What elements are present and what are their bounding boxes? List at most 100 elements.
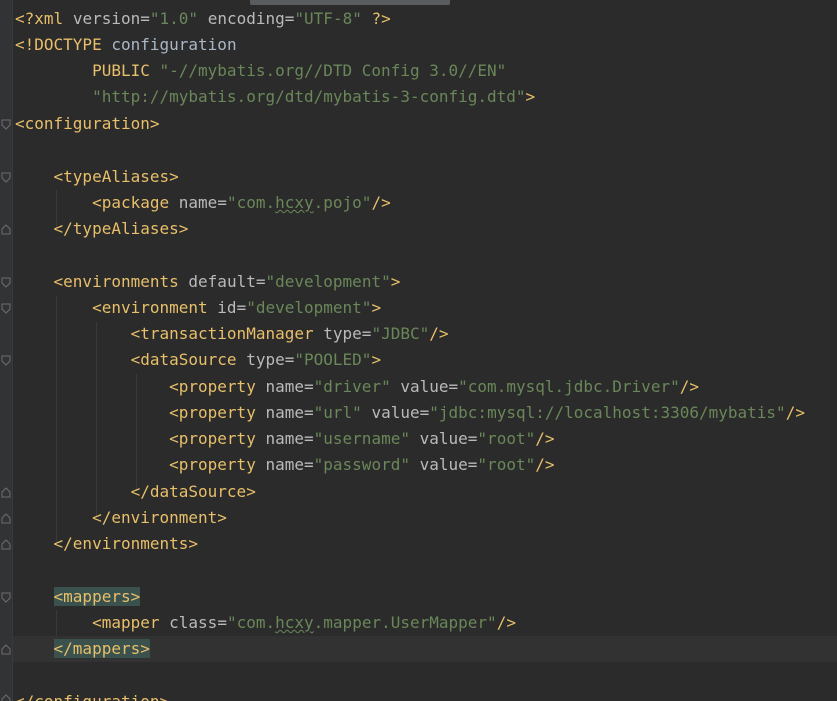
system-id: "http://mybatis.org/dtd/mybatis-3-config…: [92, 87, 526, 106]
tag-open: <transactionManager: [130, 324, 314, 343]
attr-name: name: [265, 403, 304, 422]
code-line-mappers-close[interactable]: </mappers>: [15, 636, 150, 662]
fold-open-icon[interactable]: [1, 119, 11, 130]
fold-close-icon[interactable]: [1, 513, 11, 524]
typo-word: hcxy: [275, 193, 314, 212]
code-line-property-url[interactable]: <property name="url" value="jdbc:mysql:/…: [15, 400, 805, 426]
code-line-mappers-open[interactable]: <mappers>: [15, 584, 141, 610]
tag-close: />: [535, 455, 555, 474]
code-line-environment-open[interactable]: <environment id="development">: [15, 295, 381, 321]
code-line-configuration-close[interactable]: </configuration>: [15, 689, 169, 701]
attr-value: "root": [477, 455, 536, 474]
attr-value: "development": [246, 298, 372, 317]
tag-open: <property: [169, 429, 256, 448]
tag: </environment>: [92, 508, 227, 527]
attr-name: type: [246, 350, 285, 369]
attr-value: "url": [313, 403, 362, 422]
attr-name: default: [188, 272, 256, 291]
fold-close-icon[interactable]: [1, 644, 11, 655]
attr-name: value: [400, 377, 449, 396]
attr-name: class: [169, 613, 218, 632]
code-line-property-password[interactable]: <property name="password" value="root"/>: [15, 452, 554, 478]
attr-name: version: [72, 9, 141, 28]
tag: </configuration>: [15, 692, 169, 701]
fold-open-icon[interactable]: [1, 172, 11, 183]
tag-close: />: [535, 429, 555, 448]
attr-value: "password": [313, 455, 410, 474]
attr-value-part: "com.: [226, 193, 276, 212]
attr-value-part: .mapper.UserMapper": [313, 613, 497, 632]
code-line-property-username[interactable]: <property name="username" value="root"/>: [15, 426, 554, 452]
tag-close: />: [496, 613, 516, 632]
tag: </dataSource>: [130, 482, 256, 501]
tag-close: />: [785, 403, 805, 422]
code-line-mapper[interactable]: <mapper class="com.hcxy.mapper.UserMappe…: [15, 610, 516, 636]
fold-close-icon[interactable]: [1, 487, 11, 498]
code-line-environments-close[interactable]: </environments>: [15, 531, 199, 557]
code-line-public-id[interactable]: PUBLIC "-//mybatis.org//DTD Config 3.0//…: [15, 58, 506, 84]
tag-open: <environments: [53, 272, 179, 291]
xml-decl-open: <?xml: [15, 9, 64, 28]
attr-value: "username": [313, 429, 410, 448]
code-line-datasource-open[interactable]: <dataSource type="POOLED">: [15, 347, 381, 373]
code-line-xml-declaration[interactable]: <?xml version="1.0" encoding="UTF-8" ?>: [15, 6, 391, 32]
code-line-environments-open[interactable]: <environments default="development">: [15, 269, 401, 295]
fold-open-icon[interactable]: [1, 355, 11, 366]
tag-close: >: [390, 272, 401, 291]
fold-open-icon[interactable]: [1, 277, 11, 288]
equals: =: [284, 9, 295, 28]
attr-value: "driver": [313, 377, 391, 396]
doctype-name: configuration: [111, 35, 237, 54]
xml-decl-close: ?>: [371, 9, 391, 28]
tag-close: />: [679, 377, 699, 396]
equals: =: [361, 324, 372, 343]
equals: =: [304, 377, 314, 396]
horizontal-scrollbar-thumb[interactable]: [250, 0, 450, 5]
tag: </environments>: [53, 534, 199, 553]
code-line-typealiases-close[interactable]: </typeAliases>: [15, 216, 189, 242]
attr-name: value: [419, 455, 468, 474]
public-keyword: PUBLIC: [92, 61, 150, 80]
tag-open: <property: [169, 403, 256, 422]
fold-close-icon[interactable]: [1, 224, 11, 235]
equals: =: [140, 9, 150, 28]
fold-close-icon[interactable]: [1, 539, 11, 550]
code-line-system-id[interactable]: "http://mybatis.org/dtd/mybatis-3-config…: [15, 84, 535, 110]
code-line-property-driver[interactable]: <property name="driver" value="com.mysql…: [15, 374, 699, 400]
code-line-doctype[interactable]: <!DOCTYPE configuration: [15, 32, 237, 58]
code-line-transactionmanager[interactable]: <transactionManager type="JDBC"/>: [15, 321, 449, 347]
tag: <typeAliases>: [53, 167, 179, 186]
equals: =: [467, 455, 478, 474]
code-line-environment-close[interactable]: </environment>: [15, 505, 227, 531]
tag-open: <property: [169, 455, 256, 474]
code-line-typealiases-open[interactable]: <typeAliases>: [15, 164, 179, 190]
code-line-datasource-close[interactable]: </dataSource>: [15, 479, 256, 505]
attr-name: name: [265, 455, 304, 474]
fold-close-icon[interactable]: [1, 694, 11, 701]
attr-name: name: [265, 429, 304, 448]
equals: =: [304, 455, 314, 474]
fold-open-icon[interactable]: [1, 303, 11, 314]
tag-close: />: [429, 324, 449, 343]
tag-close: >: [371, 350, 382, 369]
fold-open-icon[interactable]: [1, 592, 11, 603]
tag-open: <dataSource: [130, 350, 237, 369]
equals: =: [304, 429, 314, 448]
attr-name: name: [265, 377, 304, 396]
attr-value: "com.mysql.jdbc.Driver": [458, 377, 680, 396]
attr-name: value: [419, 429, 468, 448]
equals: =: [448, 377, 459, 396]
equals: =: [236, 298, 247, 317]
attr-value: "JDBC": [371, 324, 430, 343]
matched-tag: <mappers>: [53, 587, 141, 606]
code-editor[interactable]: <?xml version="1.0" encoding="UTF-8" ?> …: [0, 0, 837, 701]
tag-close: >: [371, 298, 382, 317]
attr-name: encoding: [207, 9, 285, 28]
tag-open: <package: [92, 193, 170, 212]
code-line-package[interactable]: <package name="com.hcxy.pojo"/>: [15, 190, 391, 216]
public-id: "-//mybatis.org//DTD Config 3.0//EN": [159, 61, 507, 80]
attr-value: "development": [265, 272, 391, 291]
attr-value-part: "com.: [226, 613, 276, 632]
code-line-configuration-open[interactable]: <configuration>: [15, 111, 160, 137]
equals: =: [217, 613, 227, 632]
